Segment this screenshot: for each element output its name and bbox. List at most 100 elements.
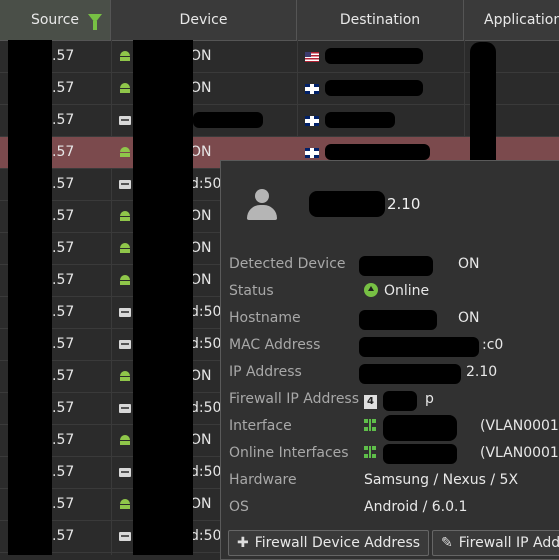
source-cell: .57 xyxy=(52,48,75,64)
flag-us-icon xyxy=(305,52,319,62)
redaction-bar xyxy=(325,144,430,160)
device-cell: ON xyxy=(190,496,212,512)
filter-icon[interactable] xyxy=(88,14,102,30)
detail-value: Online xyxy=(384,283,430,299)
source-cell: .57 xyxy=(52,432,75,448)
redaction-bar xyxy=(383,444,457,464)
source-cell: .57 xyxy=(52,240,75,256)
detail-label: Interface xyxy=(229,418,292,434)
redaction-bar xyxy=(383,391,417,411)
device-cell: ON xyxy=(190,240,212,256)
detail-value: :c0 xyxy=(482,337,504,353)
redaction-bar xyxy=(325,48,423,64)
computer-icon xyxy=(119,403,131,415)
detail-label: Detected Device xyxy=(229,256,346,272)
device-cell: ON xyxy=(190,144,212,160)
column-header-source-label: Source xyxy=(30,12,80,28)
device-cell: ON xyxy=(190,48,212,64)
firewall-ip-address-button[interactable]: ✎ Firewall IP Addr xyxy=(432,530,559,556)
detail-label: Status xyxy=(229,283,274,299)
detail-value: ON xyxy=(458,256,480,272)
detail-label: IP Address xyxy=(229,364,302,380)
column-header-destination[interactable]: Destination xyxy=(297,0,464,40)
user-avatar-icon xyxy=(247,189,277,223)
redaction-bar xyxy=(359,337,479,357)
device-cell: ON xyxy=(190,368,212,384)
source-cell: .57 xyxy=(52,496,75,512)
firewall-ip-address-label: Firewall IP Addr xyxy=(458,535,559,551)
firewall-device-address-button[interactable]: ✚ Firewall Device Address xyxy=(228,530,430,556)
detail-label: MAC Address xyxy=(229,337,321,353)
redaction-bar xyxy=(325,112,395,128)
detail-value: (VLAN0001) xyxy=(480,445,559,461)
network-interface-icon xyxy=(364,419,376,431)
detail-value: Android / 6.0.1 xyxy=(364,499,468,515)
source-cell: .57 xyxy=(52,336,75,352)
device-cell: d:50 xyxy=(190,400,222,416)
source-cell: .57 xyxy=(52,144,75,160)
column-header-destination-label: Destination xyxy=(339,12,421,28)
source-cell: .57 xyxy=(52,304,75,320)
firewall-device-address-label: Firewall Device Address xyxy=(254,535,421,551)
device-cell: d:50 xyxy=(190,464,222,480)
android-icon xyxy=(119,243,131,255)
android-icon xyxy=(119,211,131,223)
computer-icon xyxy=(119,307,131,319)
computer-icon xyxy=(119,179,131,191)
network-interface-icon xyxy=(364,446,376,458)
source-cell: .57 xyxy=(52,272,75,288)
detail-value: 2.10 xyxy=(466,364,498,380)
redaction-bar xyxy=(133,40,193,555)
column-header-application-label: Application xyxy=(484,12,559,28)
column-header-device[interactable]: Device xyxy=(111,0,297,40)
device-cell: d:50 xyxy=(190,336,222,352)
redaction-bar xyxy=(193,112,263,128)
detail-label: OS xyxy=(229,499,249,515)
computer-icon xyxy=(119,531,131,543)
column-header-application[interactable]: Application xyxy=(464,0,559,40)
android-icon xyxy=(119,371,131,383)
redaction-bar xyxy=(359,310,437,330)
column-header-device-label: Device xyxy=(179,12,228,28)
android-icon xyxy=(119,435,131,447)
device-cell: ON xyxy=(190,272,212,288)
redaction-bar xyxy=(359,364,461,384)
source-cell: .57 xyxy=(52,464,75,480)
redaction-bar xyxy=(325,80,423,96)
android-icon xyxy=(119,275,131,287)
device-cell: d:50 xyxy=(190,304,222,320)
detail-label: Online Interfaces xyxy=(229,445,349,461)
device-cell: d:50 xyxy=(190,528,222,544)
detail-label: Hardware xyxy=(229,472,297,488)
flag-uk-icon xyxy=(305,84,319,94)
device-details-popup: 2.10 Detected Device ON Status Online Hostna… xyxy=(220,160,559,560)
computer-icon xyxy=(119,467,131,479)
column-header-source[interactable]: Source xyxy=(0,0,111,40)
redaction-bar xyxy=(359,256,433,276)
android-icon xyxy=(119,499,131,511)
detail-label: Firewall IP Address xyxy=(229,391,360,407)
popup-title: 2.10 xyxy=(387,195,421,213)
edit-icon: ✎ xyxy=(441,535,453,551)
device-cell: ON xyxy=(190,432,212,448)
redaction-bar xyxy=(8,40,52,555)
computer-icon xyxy=(119,339,131,351)
android-icon xyxy=(119,83,131,95)
redaction-bar xyxy=(383,415,457,441)
source-cell: .57 xyxy=(52,176,75,192)
table-header: Source Device Destination Application xyxy=(0,0,559,41)
flag-uk-icon xyxy=(305,116,319,126)
device-cell: ON xyxy=(190,80,212,96)
source-cell: .57 xyxy=(52,528,75,544)
firewall-ip-icon: 4 xyxy=(364,395,377,409)
detail-label: Hostname xyxy=(229,310,301,326)
flag-uk-icon xyxy=(305,148,319,158)
computer-icon xyxy=(119,115,131,127)
detail-value: (VLAN0001) xyxy=(480,418,559,434)
source-cell: .57 xyxy=(52,80,75,96)
source-cell: .57 xyxy=(52,208,75,224)
online-icon xyxy=(364,283,378,297)
detail-value: Samsung / Nexus / 5X xyxy=(364,472,519,488)
device-cell: d:50 xyxy=(190,176,222,192)
plus-icon: ✚ xyxy=(237,535,249,551)
